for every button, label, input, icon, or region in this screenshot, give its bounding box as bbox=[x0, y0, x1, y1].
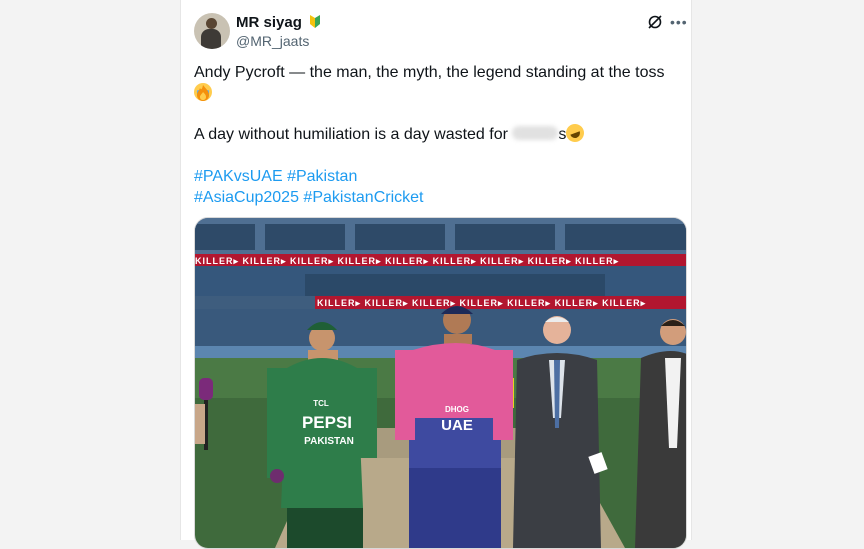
hashtag-pakistancricket[interactable]: #PakistanCricket bbox=[303, 189, 423, 206]
tweet-media-video[interactable]: KILLER▸ KILLER▸ KILLER▸ KILLER▸ KILLER▸ … bbox=[194, 217, 687, 549]
jersey-pak-tcl: TCL bbox=[313, 399, 329, 408]
hashtag-pakvsuae[interactable]: #PAKvsUAE bbox=[194, 168, 283, 185]
tweet-text-1: Andy Pycroft — the man, the myth, the le… bbox=[194, 64, 665, 81]
jersey-uae-name: UAE bbox=[441, 417, 473, 434]
grok-icon[interactable] bbox=[647, 14, 663, 30]
jersey-uae-sponsor: DHOG bbox=[445, 405, 469, 414]
hashtags-line-1: #PAKvsUAE #Pakistan bbox=[194, 166, 684, 187]
avatar-head bbox=[206, 18, 217, 29]
toss-scene-image: KILLER▸ KILLER▸ KILLER▸ KILLER▸ KILLER▸ … bbox=[195, 218, 686, 548]
blurred-word bbox=[512, 126, 559, 140]
more-options-icon[interactable]: ••• bbox=[670, 14, 687, 30]
avatar[interactable] bbox=[194, 13, 230, 49]
author-handle[interactable]: @MR_jaats bbox=[236, 33, 309, 49]
tweet-text-line-3: A day without humiliation is a day waste… bbox=[194, 121, 684, 145]
jersey-pak-country: PAKISTAN bbox=[304, 436, 354, 447]
tweet-text-line-2 bbox=[194, 84, 684, 105]
ad-board-lower: KILLER▸ KILLER▸ KILLER▸ KILLER▸ KILLER▸ … bbox=[317, 298, 646, 308]
hashtag-asiacup2025[interactable]: #AsiaCup2025 bbox=[194, 189, 299, 206]
author-name-row[interactable]: MR siyag bbox=[236, 14, 322, 31]
avatar-body bbox=[201, 29, 221, 49]
hashtags-line-2: #AsiaCup2025 #PakistanCricket bbox=[194, 187, 684, 208]
fire-emoji-icon bbox=[197, 85, 209, 101]
author-name[interactable]: MR siyag bbox=[236, 14, 302, 31]
tweet-text-3-prefix: A day without humiliation is a day waste… bbox=[194, 126, 508, 143]
hashtag-pakistan[interactable]: #Pakistan bbox=[287, 168, 357, 185]
leaf-badge-icon bbox=[310, 15, 321, 28]
ad-board-upper: KILLER▸ KILLER▸ KILLER▸ KILLER▸ KILLER▸ … bbox=[195, 256, 619, 266]
rolling-laughing-emoji-icon bbox=[563, 121, 587, 145]
jersey-pak-sponsor: PEPSI bbox=[302, 413, 352, 432]
